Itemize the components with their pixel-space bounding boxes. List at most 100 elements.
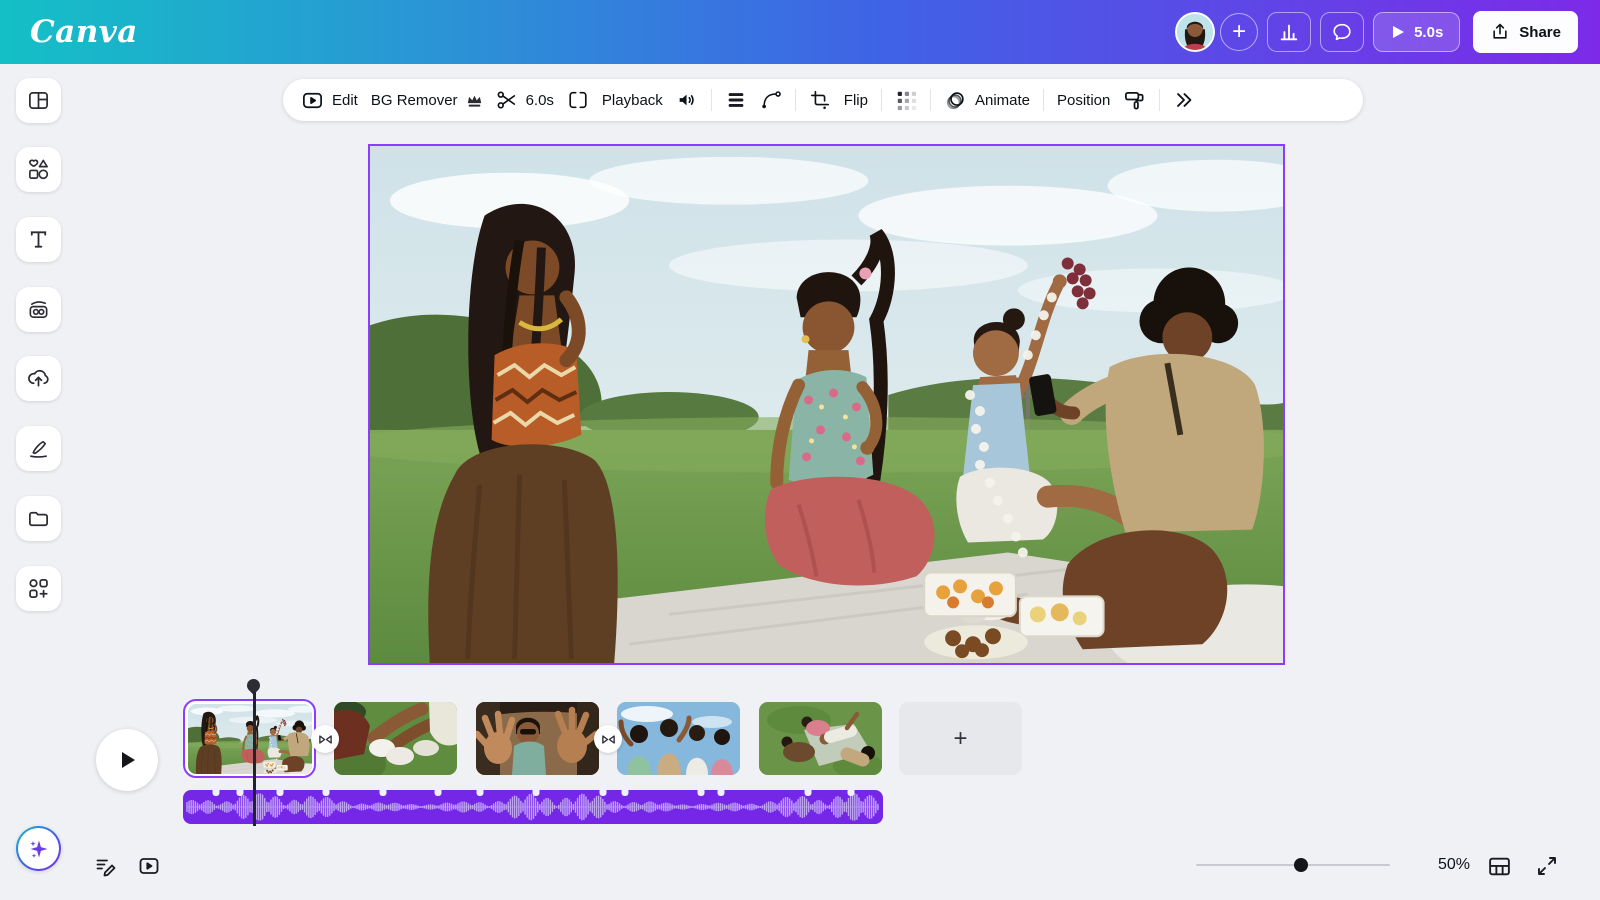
paint-roller-icon [1125,91,1144,110]
transparency-button[interactable] [895,89,917,111]
transition-bowtie-icon [318,734,332,744]
expand-icon [1538,857,1556,875]
grid-view-icon [1489,857,1510,876]
zoom-slider-thumb[interactable] [1294,858,1308,872]
adjust-lines-icon [728,93,744,107]
adjust-button[interactable] [725,89,747,111]
sidebar-item-projects[interactable] [16,496,61,541]
flip-label: Flip [843,91,868,109]
sidebar-item-brand[interactable] [16,287,61,332]
canva-logo: Canva [30,14,138,50]
audio-waveform [183,790,883,824]
split-icon [569,91,587,109]
clip-thumbnail-lying-grass [759,702,882,775]
clip-thumbnail-picnic [187,703,312,774]
ai-assistant-button[interactable] [16,826,61,871]
scissors-icon [497,91,515,109]
edit-button[interactable]: Edit [301,89,358,112]
video-canvas[interactable] [368,144,1285,665]
crop-icon [810,90,829,110]
zoom-percent-label: 50% [1437,856,1470,873]
notes-button[interactable] [94,854,118,878]
toolbar-divider [1159,89,1161,111]
animate-button[interactable]: Animate [944,89,1030,112]
sidebar-item-draw[interactable] [16,426,61,471]
fullscreen-button[interactable] [1535,854,1559,878]
context-toolbar: Edit BG Remover 6.0s Playback Flip Anima… [283,79,1363,121]
sidebar-item-uploads[interactable] [16,356,61,401]
audio-track[interactable] [183,790,883,824]
position-label: Position [1057,91,1111,109]
total-duration: 5.0s [1414,23,1444,41]
position-button[interactable]: Position [1057,92,1110,109]
clip-thumbnail-blue-sky [617,702,740,775]
playback-button[interactable]: Playback [602,92,663,109]
uploads-icon [28,369,49,387]
crop-button[interactable] [809,89,831,111]
timeline-clip-3[interactable] [476,702,599,775]
text-icon [30,231,47,248]
design-icon [29,91,48,110]
curve-icon [762,91,781,109]
apps-icon [29,579,48,598]
trim-button[interactable]: 6.0s [496,89,554,111]
sidebar-item-text[interactable] [16,217,61,262]
split-button[interactable] [567,89,589,111]
bg-remover-button[interactable]: BG Remover [371,92,483,109]
copy-style-button[interactable] [1123,89,1146,112]
timeline-clip-4[interactable] [617,702,740,775]
add-clip-button[interactable]: + [899,702,1022,775]
volume-icon [679,94,694,106]
toolbar-divider [880,89,882,111]
playback-label: Playback [601,91,663,109]
elements-icon [29,159,49,180]
comments-button[interactable] [1320,12,1365,52]
video-page-icon [139,858,159,874]
edit-video-icon [303,92,322,108]
timeline-clip-1-selected[interactable] [183,699,316,778]
avatar[interactable] [1175,12,1216,52]
toolbar-divider [929,89,931,111]
clip-thumbnail-legs-grass [334,702,457,775]
share-button[interactable]: Share [1473,11,1578,53]
projects-icon [29,511,48,527]
fade-curve-button[interactable] [760,89,782,111]
toolbar-divider [1043,89,1044,111]
brand-icon [29,301,48,318]
sparkle-icon [29,840,47,858]
share-icon [1493,23,1507,39]
timeline-clip-2[interactable] [334,702,457,775]
toolbar-divider [794,89,796,111]
transition-button-1[interactable] [311,725,339,753]
add-member-button[interactable]: + [1220,13,1259,51]
comment-icon [1333,23,1351,41]
bg-remover-label: BG Remover [370,91,458,109]
timeline-play-button[interactable] [96,729,158,791]
sidebar-item-elements[interactable] [16,147,61,192]
video-frame-picnic [370,146,1283,663]
preview-play-button[interactable]: 5.0s [1373,12,1461,52]
volume-button[interactable] [676,89,698,111]
more-tools-button[interactable] [1173,89,1195,111]
animate-label: Animate [974,91,1030,109]
zoom-slider-track[interactable] [1196,864,1390,866]
insights-icon [1280,24,1298,41]
playhead-line[interactable] [253,692,256,826]
draw-icon [30,440,47,458]
sidebar-item-design[interactable] [16,78,61,123]
flip-button[interactable]: Flip [844,92,868,109]
play-icon [122,752,135,768]
toolbar-divider [710,89,712,111]
transition-button-2[interactable] [594,725,622,753]
avatar-image [1177,14,1214,50]
insights-button[interactable] [1267,12,1312,52]
animate-icon [946,91,964,109]
sidebar-item-apps[interactable] [16,566,61,611]
top-bar: Canva + 5.0s Share [0,0,1600,64]
notes-icon [96,859,116,877]
trim-duration-label: 6.0s [525,91,554,109]
pro-crown-icon [467,95,481,107]
timeline-clip-5[interactable] [759,702,882,775]
pages-view-button[interactable] [137,854,161,878]
grid-view-button[interactable] [1487,854,1511,878]
